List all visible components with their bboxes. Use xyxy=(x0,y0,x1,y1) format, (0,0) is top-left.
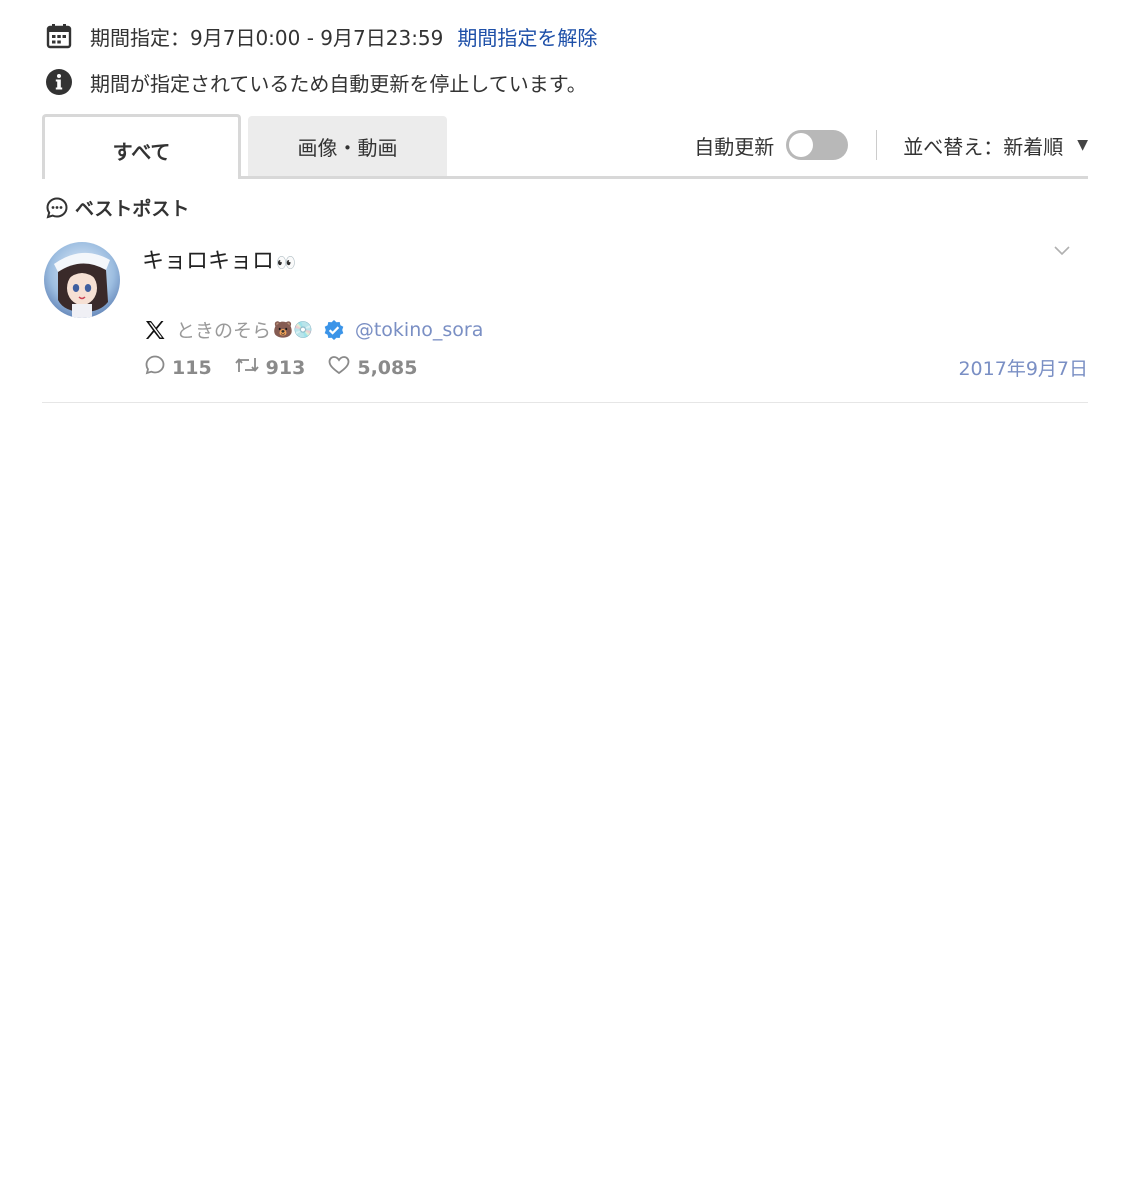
toggle-knob xyxy=(789,133,814,157)
chevron-down-icon[interactable] xyxy=(1052,242,1072,258)
clear-period-link[interactable]: 期間指定を解除 xyxy=(457,22,597,51)
auto-update-label: 自動更新 xyxy=(694,134,775,159)
info-icon xyxy=(44,67,74,97)
x-logo-icon xyxy=(144,319,166,341)
heart-icon xyxy=(327,354,357,381)
author-emoji: 🐻💿 xyxy=(273,320,313,339)
reply-count: 115 xyxy=(172,356,212,379)
best-post-label: ベストポスト xyxy=(75,198,190,220)
avatar[interactable] xyxy=(44,242,120,318)
tab-media[interactable]: 画像・動画 xyxy=(248,116,447,176)
like-stat[interactable]: 5,085 xyxy=(327,354,417,381)
eyes-emoji: 👀 xyxy=(276,253,296,272)
post-text: キョロキョロ 👀 xyxy=(142,243,296,275)
author-name[interactable]: ときのそら xyxy=(176,316,271,343)
post-date[interactable]: 2017年9月7日 xyxy=(958,354,1088,381)
notice-text: 期間が指定されているため自動更新を停止しています。 xyxy=(90,71,587,96)
best-post-header: ベストポスト xyxy=(45,194,189,221)
period-text: 期間指定：9月7日0:00 - 9月7日23:59 xyxy=(90,25,444,50)
period-row: 期間指定：9月7日0:00 - 9月7日23:59 期間指定を解除 xyxy=(44,20,597,52)
repost-stat[interactable]: 913 xyxy=(234,354,306,381)
notice-row: 期間が指定されているため自動更新を停止しています。 xyxy=(44,66,587,98)
post-author: ときのそら 🐻💿 @tokino_sora xyxy=(144,316,483,343)
speech-bubble-icon xyxy=(45,196,69,220)
sort-label: 並べ替え：新着順 xyxy=(903,134,1064,159)
post-body: キョロキョロ xyxy=(142,249,275,274)
caret-down-icon: ▼ xyxy=(1077,137,1088,153)
author-handle[interactable]: @tokino_sora xyxy=(355,319,484,341)
repost-count: 913 xyxy=(265,356,306,379)
calendar-icon xyxy=(44,21,74,51)
tab-bar: すべて 画像・動画 自動更新 並べ替え：新着順 ▼ xyxy=(42,114,1088,180)
verified-badge-icon xyxy=(323,319,345,341)
toolbar-divider xyxy=(876,130,878,160)
tab-all[interactable]: すべて xyxy=(42,114,241,179)
reply-icon xyxy=(144,354,172,381)
post-stats: 115 913 5,085 xyxy=(144,354,439,381)
sort-dropdown[interactable]: 並べ替え：新着順 ▼ xyxy=(903,131,1088,160)
reply-stat[interactable]: 115 xyxy=(144,354,212,381)
post-card: キョロキョロ 👀 ときのそら 🐻💿 @tokino_sora 115 913 5… xyxy=(42,240,1088,403)
toolbar-right: 自動更新 並べ替え：新着順 ▼ xyxy=(694,124,1088,166)
auto-update-toggle[interactable] xyxy=(786,130,849,160)
repost-icon xyxy=(234,354,266,381)
like-count: 5,085 xyxy=(357,356,418,379)
